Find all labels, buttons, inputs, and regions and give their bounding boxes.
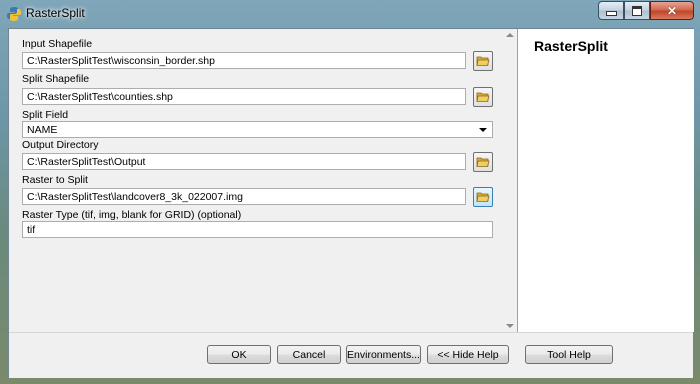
close-button[interactable]: ✕ bbox=[650, 1, 694, 20]
dialog-client-area: Input Shapefile C:\RasterSplitTest\wisco… bbox=[8, 28, 694, 378]
scroll-down-icon[interactable] bbox=[506, 324, 514, 328]
split-shapefile-field[interactable]: C:\RasterSplitTest\counties.shp bbox=[22, 88, 466, 105]
split-shapefile-label: Split Shapefile bbox=[22, 73, 90, 85]
tool-help-button[interactable]: Tool Help bbox=[525, 345, 613, 364]
input-shapefile-browse-button[interactable] bbox=[473, 51, 493, 71]
raster-to-split-label: Raster to Split bbox=[22, 174, 88, 186]
raster-to-split-browse-button[interactable] bbox=[473, 187, 493, 207]
hide-help-button[interactable]: << Hide Help bbox=[427, 345, 509, 364]
window-controls: ✕ bbox=[598, 1, 694, 20]
form-scrollbar[interactable] bbox=[504, 29, 516, 332]
split-field-value: NAME bbox=[27, 124, 58, 136]
split-shapefile-browse-button[interactable] bbox=[473, 87, 493, 107]
raster-type-field[interactable]: tif bbox=[22, 221, 493, 238]
output-directory-browse-button[interactable] bbox=[473, 152, 493, 172]
tool-dialog-window: RasterSplit ✕ Input Shapefile C:\RasterS… bbox=[0, 0, 700, 384]
open-folder-icon bbox=[476, 56, 490, 66]
minimize-icon bbox=[605, 11, 617, 16]
cancel-button[interactable]: Cancel bbox=[277, 345, 341, 364]
maximize-button[interactable] bbox=[624, 1, 650, 20]
output-directory-label: Output Directory bbox=[22, 139, 99, 151]
open-folder-icon bbox=[476, 157, 490, 167]
scroll-up-icon[interactable] bbox=[506, 33, 514, 37]
help-panel-title: RasterSplit bbox=[534, 38, 608, 54]
window-title: RasterSplit bbox=[26, 6, 85, 20]
button-bar: OK Cancel Environments... << Hide Help T… bbox=[9, 332, 693, 378]
ok-button[interactable]: OK bbox=[207, 345, 271, 364]
minimize-button[interactable] bbox=[598, 1, 624, 20]
python-script-icon bbox=[6, 6, 22, 22]
help-panel: RasterSplit bbox=[517, 29, 694, 332]
raster-to-split-field[interactable]: C:\RasterSplitTest\landcover8_3k_022007.… bbox=[22, 188, 466, 205]
split-field-dropdown[interactable]: NAME bbox=[22, 121, 493, 138]
parameter-form: Input Shapefile C:\RasterSplitTest\wisco… bbox=[9, 29, 516, 332]
raster-type-label: Raster Type (tif, img, blank for GRID) (… bbox=[22, 209, 242, 221]
input-shapefile-field[interactable]: C:\RasterSplitTest\wisconsin_border.shp bbox=[22, 52, 466, 69]
maximize-icon bbox=[632, 5, 642, 16]
split-field-label: Split Field bbox=[22, 109, 69, 121]
open-folder-icon bbox=[476, 192, 490, 202]
open-folder-icon bbox=[476, 92, 490, 102]
input-shapefile-label: Input Shapefile bbox=[22, 38, 93, 50]
title-bar[interactable]: RasterSplit ✕ bbox=[0, 0, 700, 28]
output-directory-field[interactable]: C:\RasterSplitTest\Output bbox=[22, 153, 466, 170]
chevron-down-icon bbox=[479, 128, 487, 132]
environments-button[interactable]: Environments... bbox=[346, 345, 421, 364]
close-icon: ✕ bbox=[666, 3, 678, 18]
